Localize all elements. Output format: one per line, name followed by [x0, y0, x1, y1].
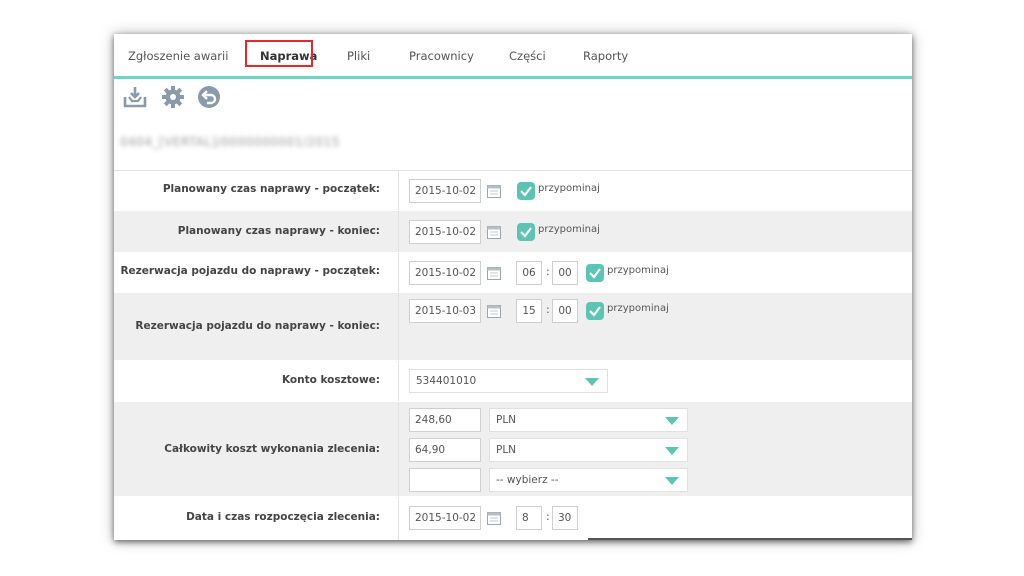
tab-pracownicy[interactable]: Pracownicy — [409, 34, 474, 78]
column-divider — [398, 171, 399, 210]
row-total-cost: Całkowity koszt wykonania zlecenia: 248,… — [114, 402, 912, 496]
reservation-end-minute-input[interactable]: 00 — [552, 299, 578, 323]
reservation-start-date-input[interactable]: 2015-10-02 — [409, 261, 481, 285]
row-reservation-start: Rezerwacja pojazdu do naprawy - początek… — [114, 253, 912, 292]
tab-zgloszenie-awarii[interactable]: Zgłoszenie awarii — [128, 34, 228, 78]
remind-label: przypominaj — [607, 303, 669, 314]
row-reservation-end: Rezerwacja pojazdu do naprawy - koniec: … — [114, 293, 912, 360]
save-tray-icon[interactable] — [122, 84, 148, 110]
calendar-icon[interactable] — [486, 303, 502, 319]
remind-checkbox[interactable] — [517, 223, 535, 241]
tab-raporty[interactable]: Raporty — [583, 34, 628, 78]
tab-czesci[interactable]: Części — [509, 34, 546, 78]
calendar-icon[interactable] — [486, 265, 502, 281]
chevron-down-icon — [665, 477, 679, 485]
time-separator: : — [546, 510, 550, 523]
reservation-start-hour-input[interactable]: 06 — [516, 261, 542, 285]
cost-account-select[interactable]: 534401010 — [409, 369, 608, 393]
reservation-end-label: Rezerwacja pojazdu do naprawy - koniec: — [135, 320, 380, 332]
currency-value: PLN — [496, 444, 517, 456]
time-separator: : — [546, 265, 550, 278]
time-separator: : — [546, 303, 550, 316]
calendar-icon[interactable] — [486, 183, 502, 199]
chevron-down-icon — [665, 447, 679, 455]
gear-icon[interactable] — [160, 84, 186, 110]
repair-order-panel: Zgłoszenie awarii Naprawa Pliki Pracowni… — [114, 34, 912, 540]
row-order-start: Data i czas rozpoczęcia zlecenia: 2015-1… — [114, 497, 912, 540]
undo-icon[interactable] — [196, 84, 222, 110]
column-divider — [398, 293, 399, 360]
calendar-icon[interactable] — [486, 224, 502, 240]
row-planned-end: Planowany czas naprawy - koniec: 2015-10… — [114, 211, 912, 252]
remind-checkbox[interactable] — [586, 302, 604, 320]
record-id: 0404_[VERTAL]/0000000001/2015 — [120, 135, 340, 149]
cost-amount-input[interactable]: 64,90 — [409, 438, 481, 462]
cost-account-value: 534401010 — [416, 375, 477, 387]
order-start-minute-input[interactable]: 30 — [552, 506, 578, 530]
cost-account-label: Konto kosztowe: — [281, 374, 380, 386]
cost-amount-input[interactable] — [409, 468, 481, 492]
remind-label: przypominaj — [538, 183, 600, 194]
total-cost-label: Całkowity koszt wykonania zlecenia: — [164, 443, 380, 455]
remind-label: przypominaj — [538, 224, 600, 235]
tab-pliki[interactable]: Pliki — [347, 34, 370, 78]
row-planned-start: Planowany czas naprawy - początek: 2015-… — [114, 171, 912, 210]
reservation-end-hour-input[interactable]: 15 — [516, 299, 542, 323]
currency-select[interactable]: PLN — [489, 438, 688, 462]
calendar-icon[interactable] — [486, 510, 502, 526]
planned-end-label: Planowany czas naprawy - koniec: — [177, 225, 380, 237]
active-tab-highlight — [245, 40, 313, 67]
remind-checkbox[interactable] — [586, 264, 604, 282]
row-cost-account: Konto kosztowe: 534401010 — [114, 361, 912, 401]
remind-checkbox[interactable] — [517, 182, 535, 200]
reservation-start-minute-input[interactable]: 00 — [552, 261, 578, 285]
chevron-down-icon — [585, 378, 599, 386]
order-start-hour-input[interactable]: 8 — [516, 506, 542, 530]
currency-select[interactable]: -- wybierz -- — [489, 468, 688, 492]
planned-end-date-input[interactable]: 2015-10-02 — [409, 220, 481, 244]
bottom-edge-strip — [588, 538, 912, 540]
order-start-label: Data i czas rozpoczęcia zlecenia: — [186, 511, 380, 523]
currency-value: PLN — [496, 414, 517, 426]
column-divider — [398, 253, 399, 292]
currency-value: -- wybierz -- — [496, 474, 559, 486]
remind-label: przypominaj — [607, 265, 669, 276]
currency-select[interactable]: PLN — [489, 408, 688, 432]
reservation-start-label: Rezerwacja pojazdu do naprawy - początek… — [120, 265, 380, 277]
planned-start-label: Planowany czas naprawy - początek: — [162, 183, 380, 195]
column-divider — [398, 497, 399, 540]
cost-amount-input[interactable]: 248,60 — [409, 408, 481, 432]
reservation-end-date-input[interactable]: 2015-10-03 — [409, 299, 481, 323]
order-start-date-input[interactable]: 2015-10-02 — [409, 506, 481, 530]
column-divider — [398, 361, 399, 401]
column-divider — [398, 211, 399, 252]
chevron-down-icon — [665, 417, 679, 425]
tab-bar: Zgłoszenie awarii Naprawa Pliki Pracowni… — [114, 34, 912, 79]
column-divider — [398, 402, 399, 496]
tab-underline — [114, 76, 912, 79]
planned-start-date-input[interactable]: 2015-10-02 — [409, 179, 481, 203]
